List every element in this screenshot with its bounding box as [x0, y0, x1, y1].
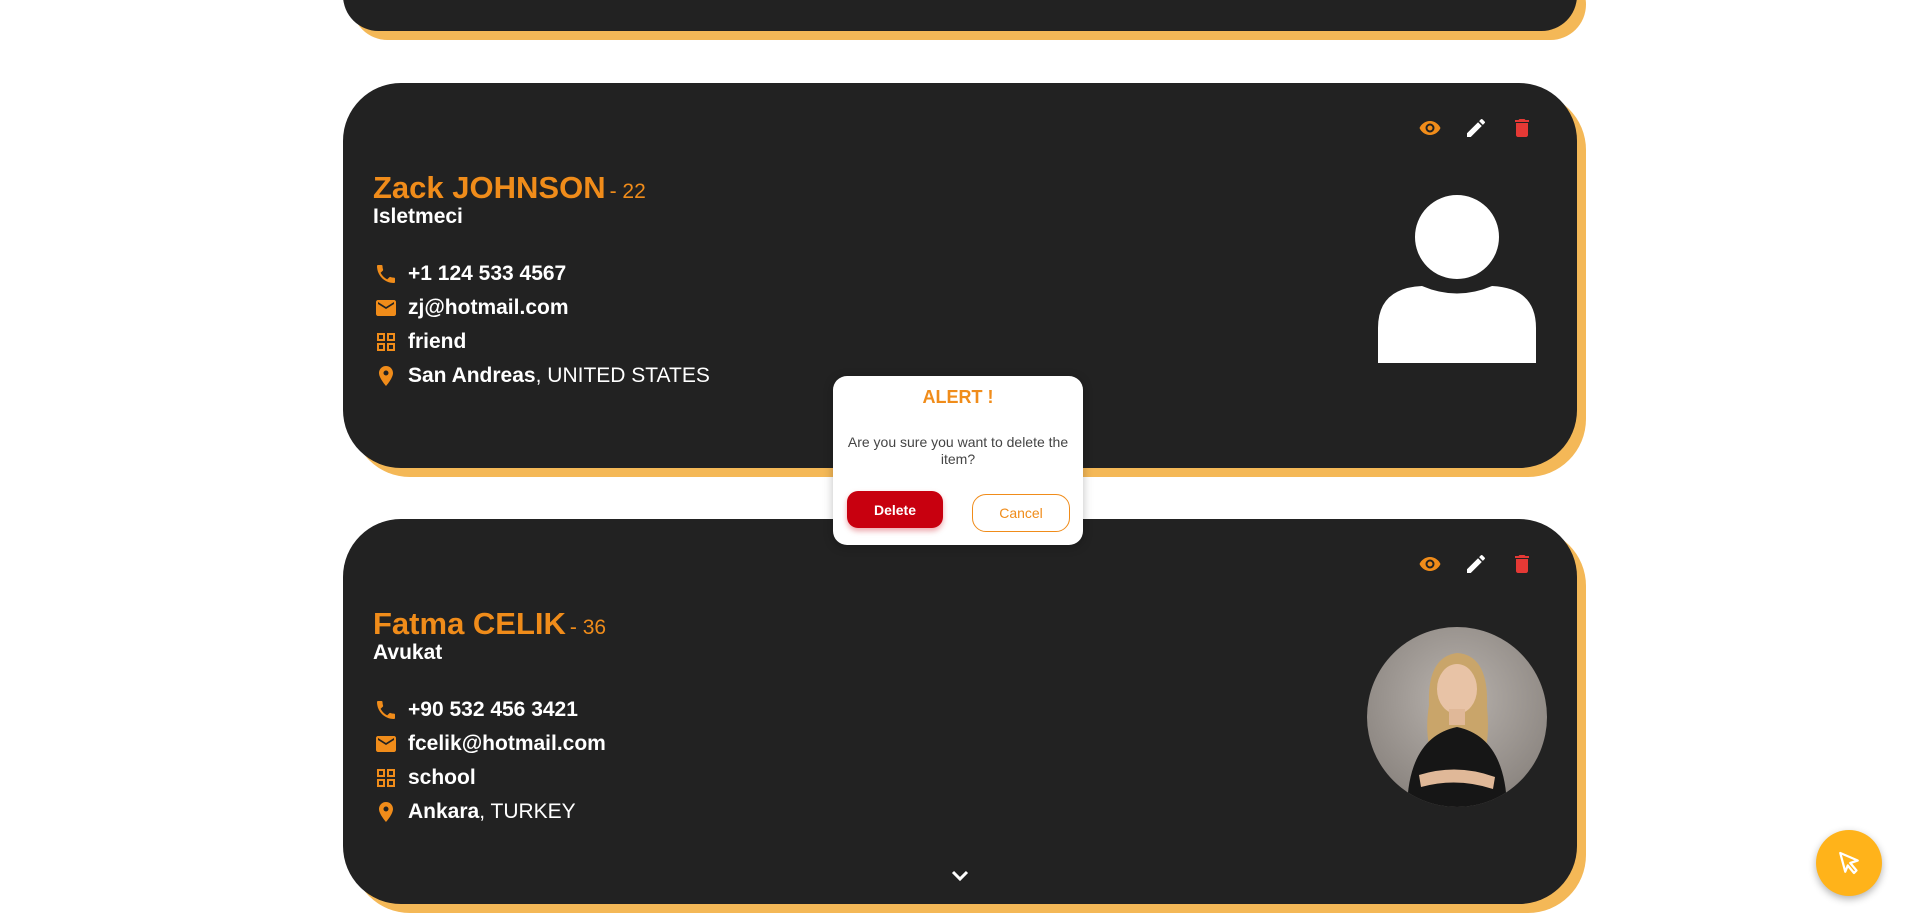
- group-text: friend: [408, 330, 467, 353]
- contact-age: - 22: [609, 180, 646, 203]
- phone-text: +1 124 533 4567: [408, 262, 567, 285]
- delete-button[interactable]: [1507, 113, 1537, 143]
- city-text: Ankara: [408, 800, 480, 823]
- contact-card: Fatma CELIK - 36 Avukat +90 532 456 3421 …: [343, 519, 1577, 904]
- phone-icon: [373, 261, 399, 287]
- phone-row: +1 124 533 4567: [373, 261, 710, 287]
- envelope-icon: [373, 731, 399, 757]
- location-row: San Andreas, UNITED STATES: [373, 363, 710, 389]
- contact-info: +1 124 533 4567 zj@hotmail.com friend Sa…: [373, 261, 710, 389]
- map-pin-icon: [373, 799, 399, 825]
- envelope-icon: [373, 295, 399, 321]
- expand-chevron[interactable]: [946, 866, 974, 886]
- eye-icon: [1419, 557, 1441, 571]
- contact-name-row: Fatma CELIK - 36: [373, 606, 606, 642]
- grid-icon: [373, 765, 399, 791]
- phone-text: +90 532 456 3421: [408, 698, 578, 721]
- phone-icon: [373, 697, 399, 723]
- floating-action-button[interactable]: [1816, 830, 1882, 896]
- map-pin-icon: [373, 363, 399, 389]
- contact-name: Fatma CELIK: [373, 606, 566, 641]
- pencil-icon: [1467, 118, 1485, 137]
- country-text: , TURKEY: [479, 800, 576, 823]
- delete-button[interactable]: [1507, 549, 1537, 579]
- email-text: fcelik@hotmail.com: [408, 732, 606, 755]
- contact-name-row: Zack JOHNSON - 22: [373, 170, 646, 206]
- location-row: Ankara, TURKEY: [373, 799, 606, 825]
- alert-dialog: ALERT ! Are you sure you want to delete …: [833, 376, 1083, 545]
- email-text: zj@hotmail.com: [408, 296, 569, 319]
- group-row: school: [373, 765, 606, 791]
- phone-row: +90 532 456 3421: [373, 697, 606, 723]
- city-text: San Andreas: [408, 364, 536, 387]
- contact-job: Avukat: [373, 641, 443, 664]
- view-button[interactable]: [1415, 549, 1445, 579]
- cursor-arrow-icon: [1839, 851, 1859, 875]
- contact-card-partial: [343, 0, 1577, 31]
- alert-message: Are you sure you want to delete the item…: [847, 434, 1069, 467]
- card-actions: [1415, 549, 1537, 579]
- chevron-down-icon: [948, 0, 972, 1]
- profile-photo: [1367, 627, 1547, 807]
- card-actions: [1415, 113, 1537, 143]
- cancel-button[interactable]: Cancel: [972, 494, 1070, 532]
- contact-job: Isletmeci: [373, 205, 463, 228]
- alert-title: ALERT !: [922, 387, 994, 407]
- email-row: zj@hotmail.com: [373, 295, 710, 321]
- eye-icon: [1419, 121, 1441, 135]
- group-text: school: [408, 766, 476, 789]
- email-row: fcelik@hotmail.com: [373, 731, 606, 757]
- confirm-delete-button[interactable]: Delete: [847, 491, 943, 528]
- contact-age: - 36: [569, 616, 607, 639]
- edit-button[interactable]: [1461, 113, 1491, 143]
- pencil-icon: [1467, 554, 1485, 573]
- grid-icon: [373, 329, 399, 355]
- country-text: , UNITED STATES: [535, 364, 710, 387]
- chevron-down-icon: [951, 870, 969, 882]
- trash-icon: [1515, 119, 1529, 137]
- contact-info: +90 532 456 3421 fcelik@hotmail.com scho…: [373, 697, 606, 825]
- view-button[interactable]: [1415, 113, 1445, 143]
- group-row: friend: [373, 329, 710, 355]
- default-user-icon: [1367, 183, 1547, 363]
- trash-icon: [1515, 555, 1529, 573]
- edit-button[interactable]: [1461, 549, 1491, 579]
- contact-name: Zack JOHNSON: [373, 170, 606, 205]
